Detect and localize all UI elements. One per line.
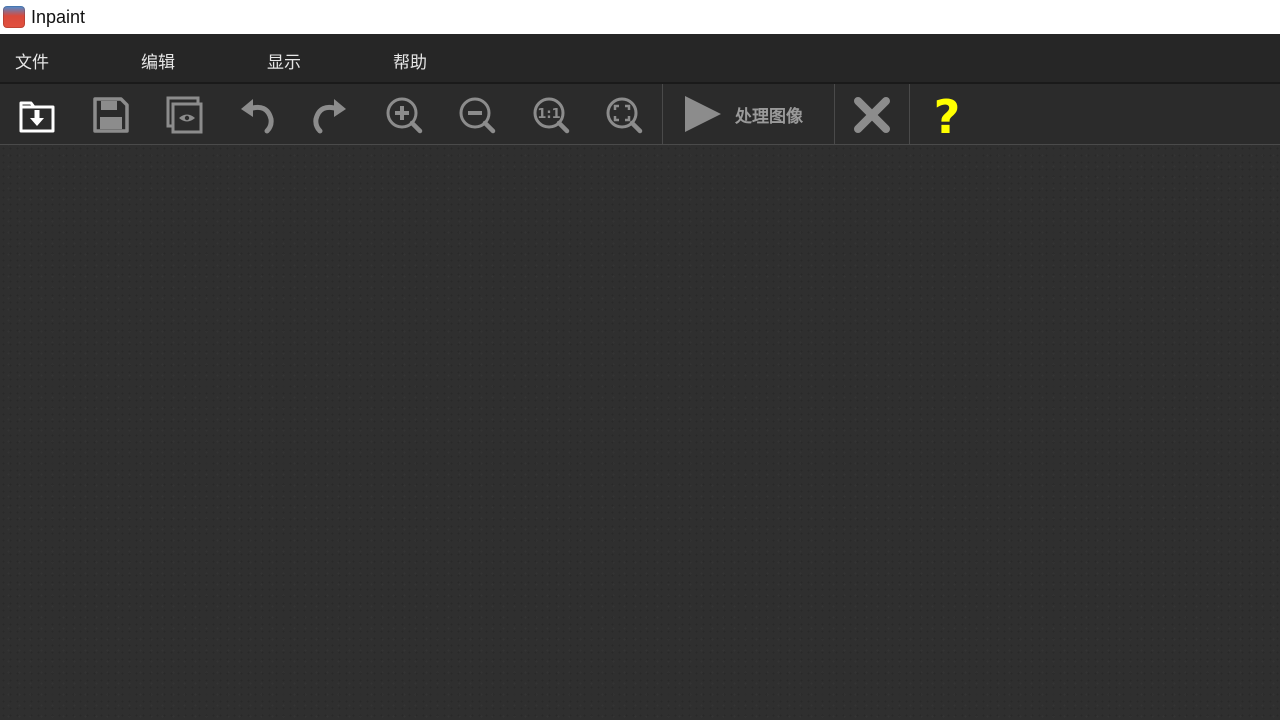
menu-view[interactable]: 显示 [265,46,303,75]
image-canvas[interactable] [0,145,1280,720]
zoom-in-button[interactable] [381,92,427,138]
zoom-actual-size-icon: 1:1 [533,97,570,134]
window-title: Inpaint [31,6,86,27]
toolbar-separator [834,84,835,144]
toolbar: 1:1 处理图像 ? [0,84,1280,145]
help-question-icon: ? [934,93,961,137]
zoom-actual-size-button[interactable]: 1:1 [528,92,574,138]
zoom-fit-button[interactable] [601,92,647,138]
redo-icon [313,99,346,134]
preview-button[interactable] [161,92,207,138]
app-window: Inpaint 文件 编辑 显示 帮助 1:1 处理图像 ? [0,0,1280,720]
zoom-fit-icon [606,97,643,134]
redo-button[interactable] [307,92,353,138]
undo-button[interactable] [234,92,280,138]
save-button[interactable] [88,92,134,138]
inpaint-app-icon [3,6,25,28]
undo-icon [241,99,274,134]
menu-edit[interactable]: 编辑 [139,46,177,75]
help-button[interactable]: ? [924,92,970,138]
menu-help[interactable]: 帮助 [391,46,429,75]
menu-file[interactable]: 文件 [13,46,51,75]
open-button[interactable] [14,92,60,138]
zoom-out-button[interactable] [454,92,500,138]
open-folder-icon [19,101,55,133]
close-x-icon [854,97,890,133]
save-disk-icon [93,97,129,133]
zoom-out-icon [459,97,496,134]
zoom-actual-size-label: 1:1 [537,107,560,122]
title-bar: Inpaint [0,0,1280,34]
play-icon [685,96,721,132]
toolbar-separator [909,84,910,144]
menu-bar: 文件 编辑 显示 帮助 [0,34,1280,84]
process-image-label: 处理图像 [735,106,803,127]
cancel-button[interactable] [849,92,895,138]
preview-eye-icon [166,96,203,134]
zoom-in-icon [386,97,423,134]
help-question-mark: ? [934,93,961,137]
process-image-button[interactable]: 处理图像 [663,84,834,144]
